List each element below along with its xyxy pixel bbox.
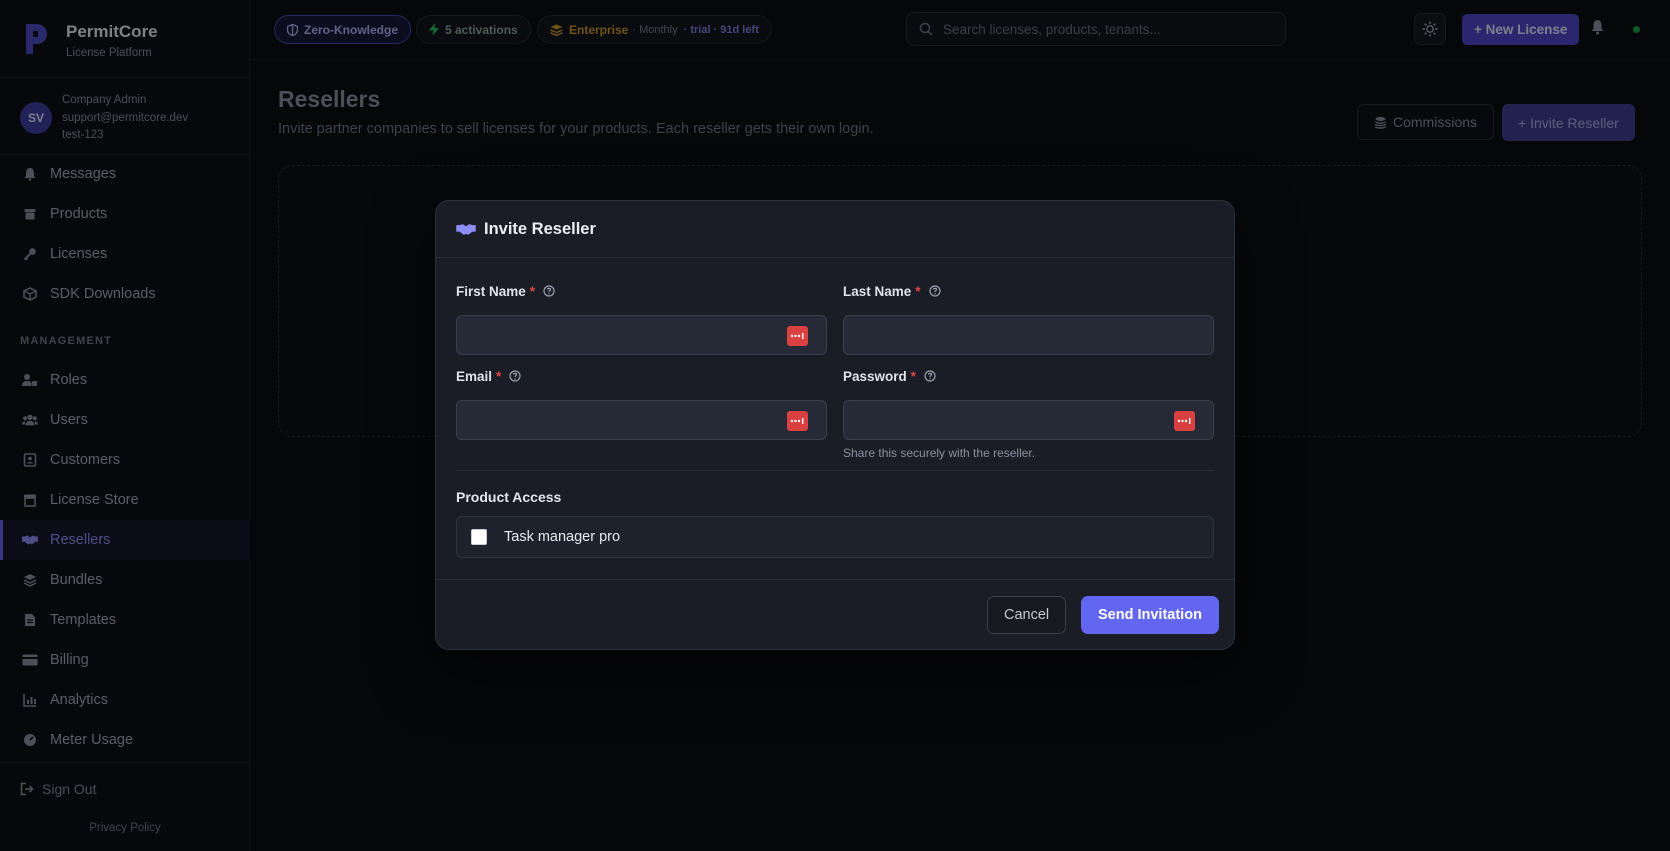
first-name-label: First Name (456, 283, 526, 299)
password-input[interactable] (844, 401, 1213, 439)
help-circle-icon[interactable] (509, 370, 521, 382)
email-label: Email (456, 368, 493, 384)
product-checkbox[interactable] (471, 529, 487, 545)
product-option[interactable]: Task manager pro (456, 516, 1214, 558)
product-access-label: Product Access (456, 489, 562, 505)
required-marker: * (529, 283, 536, 299)
first-name-input[interactable] (457, 316, 826, 354)
modal-title: Invite Reseller (484, 219, 596, 238)
required-marker: * (915, 283, 921, 299)
password-hint: Share this securely with the reseller. (843, 446, 1036, 460)
help-circle-icon[interactable] (924, 370, 936, 382)
help-circle-icon[interactable] (928, 285, 941, 297)
product-name: Task manager pro (504, 529, 621, 545)
last-name-field: Last Name * (843, 282, 1214, 355)
required-marker: * (910, 368, 917, 384)
modal-footer: Cancel Send Invitation (436, 579, 1234, 650)
email-field: Email * (456, 367, 827, 440)
last-name-label: Last Name (843, 283, 912, 299)
email-input[interactable] (457, 401, 826, 439)
help-circle-icon[interactable] (543, 285, 555, 297)
password-manager-icon[interactable] (787, 326, 808, 346)
invite-reseller-modal: Invite Reseller First Name * Last Name *… (435, 200, 1235, 650)
required-marker: * (496, 368, 502, 384)
modal-header: Invite Reseller (436, 201, 1234, 258)
cancel-button[interactable]: Cancel (987, 596, 1067, 634)
last-name-input[interactable] (844, 316, 1213, 354)
password-manager-icon[interactable] (787, 411, 808, 431)
first-name-field: First Name * (456, 282, 827, 355)
password-label: Password (843, 368, 907, 384)
send-invitation-button[interactable]: Send Invitation (1081, 596, 1219, 634)
modal-divider (456, 470, 1214, 471)
password-manager-icon[interactable] (1174, 411, 1195, 431)
handshake-icon (456, 223, 476, 235)
password-field: Password * Share this securely with the … (843, 367, 1214, 460)
